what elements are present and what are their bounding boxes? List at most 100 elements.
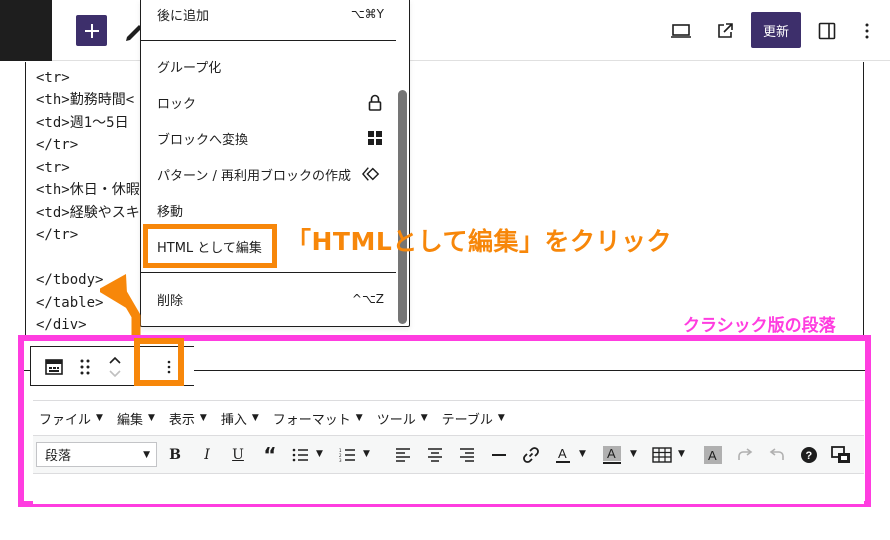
clear-formatting-icon[interactable]: A [701, 443, 725, 467]
help-icon[interactable]: ? [797, 443, 821, 467]
code-line: </tr> [36, 227, 79, 243]
svg-text:?: ? [806, 450, 813, 462]
external-link-icon [718, 23, 733, 38]
menu-item-label: 移動 [157, 204, 184, 220]
menubar-view[interactable]: 表示 ▼ [169, 409, 207, 428]
numbered-list-icon[interactable]: 123 [335, 443, 359, 467]
menu-item-lock[interactable]: ロック [141, 84, 396, 120]
menubar-label: ツール [376, 412, 416, 428]
menu-item-label: グループ化 [157, 60, 222, 76]
caret-down-icon: ▼ [96, 413, 103, 423]
menu-item-label: ブロックへ変換 [157, 132, 249, 148]
symbol-icon [362, 165, 380, 183]
more-vertical-icon [865, 23, 869, 39]
block-type-button[interactable] [42, 355, 66, 379]
drag-handle[interactable] [73, 355, 97, 379]
code-line: <th>勤務時間< [36, 92, 135, 108]
code-line: <td>週1〜5日 [36, 115, 129, 131]
toolbar-toggle-icon[interactable] [829, 443, 853, 467]
menubar-tools[interactable]: ツール ▼ [377, 409, 428, 428]
menubar-table[interactable]: テーブル ▼ [442, 409, 505, 428]
align-left-icon[interactable] [391, 443, 415, 467]
undo-icon[interactable] [765, 443, 789, 467]
menu-item-shortcut: ⌥⌘Y [350, 7, 384, 21]
caret-down-icon[interactable]: ▼ [316, 449, 323, 459]
background-color-icon[interactable]: A [600, 443, 624, 467]
code-line: <tr> [36, 70, 70, 86]
options-button-highlight [134, 338, 184, 386]
redo-icon[interactable] [733, 443, 757, 467]
preview-button[interactable] [669, 19, 693, 43]
align-right-icon[interactable] [455, 443, 479, 467]
menubar-label: 編集 [116, 412, 143, 428]
bullet-list-icon[interactable] [288, 443, 312, 467]
table-icon[interactable] [650, 443, 674, 467]
code-line: <tr> [36, 160, 70, 176]
menubar-file[interactable]: ファイル ▼ [39, 409, 103, 428]
caret-down-icon[interactable]: ▼ [678, 449, 685, 459]
caret-down-icon: ▼ [143, 449, 150, 460]
svg-text:A: A [607, 446, 616, 461]
classic-editor-body[interactable] [33, 474, 864, 504]
underline-icon[interactable]: U [226, 443, 250, 467]
editor-topbar: 更新 [0, 0, 890, 61]
menu-item-label: 削除 [157, 293, 184, 309]
format-select-value: 段落 [45, 449, 72, 464]
drag-icon [80, 359, 90, 375]
classic-menubar: ファイル ▼ 編集 ▼ 表示 ▼ 挿入 ▼ フォーマット ▼ ツール ▼ テーブル ▼ [33, 400, 864, 436]
view-post-button[interactable] [713, 19, 737, 43]
italic-icon[interactable]: I [195, 443, 219, 467]
code-line: </tr> [36, 137, 79, 153]
sidebar-icon [818, 22, 836, 40]
classic-block-label: クラシック版の段落 [683, 316, 836, 336]
align-center-icon[interactable] [423, 443, 447, 467]
caret-down-icon: ▼ [147, 413, 155, 423]
bold-icon[interactable]: B [163, 443, 187, 467]
menubar-label: 挿入 [220, 412, 247, 428]
options-button[interactable] [855, 19, 879, 43]
caret-down-icon: ▼ [497, 413, 505, 423]
block-inserter-button[interactable] [76, 15, 107, 46]
lock-icon [366, 93, 384, 111]
classic-block-icon [45, 359, 63, 375]
menu-item-insert-after[interactable]: 後に追加 ⌥⌘Y [141, 0, 396, 32]
caret-down-icon[interactable]: ▼ [579, 449, 586, 459]
settings-sidebar-button[interactable] [815, 19, 839, 43]
block-options-menu: 後に追加 ⌥⌘Y グループ化 ロック ブロックへ変換 パターン / 再利用ブロッ… [140, 0, 410, 327]
caret-down-icon[interactable]: ▼ [630, 449, 637, 459]
menubar-label: ファイル [39, 412, 92, 428]
menubar-edit[interactable]: 編集 ▼ [117, 409, 155, 428]
menu-divider [141, 40, 396, 41]
code-line: </table> [36, 295, 104, 311]
menu-item-group[interactable]: グループ化 [141, 48, 396, 84]
code-line: </div> [36, 317, 87, 333]
horizontal-line-icon[interactable] [487, 443, 511, 467]
link-icon[interactable] [519, 443, 543, 467]
svg-text:3: 3 [339, 458, 342, 462]
menu-item-create-pattern[interactable]: パターン / 再利用ブロックの作成 [141, 156, 396, 192]
caret-down-icon: ▼ [199, 413, 207, 423]
grid-icon [366, 129, 384, 147]
caret-down-icon: ▼ [420, 413, 428, 423]
menubar-label: テーブル [441, 412, 493, 428]
menu-item-convert-to-blocks[interactable]: ブロックへ変換 [141, 120, 396, 156]
laptop-icon [671, 24, 691, 38]
code-line: </tbody> [36, 272, 104, 288]
menu-item-remove[interactable]: 削除 ^⌥Z [141, 281, 396, 317]
text-color-icon[interactable]: A [551, 443, 575, 467]
caret-down-icon: ▼ [251, 413, 259, 423]
menubar-insert[interactable]: 挿入 ▼ [221, 409, 259, 428]
blockquote-icon[interactable]: “ [258, 443, 282, 467]
wordpress-logo[interactable] [0, 0, 52, 61]
move-up-down-button[interactable] [103, 355, 127, 379]
menu-scrollbar[interactable] [398, 90, 407, 324]
format-select[interactable]: 段落 ▼ [36, 442, 157, 467]
caret-down-icon[interactable]: ▼ [363, 449, 370, 459]
classic-format-toolbar: 段落 ▼ B I U “ ▼ 123 ▼ A ▼ A ▼ ▼ A ? [33, 436, 864, 474]
update-button[interactable]: 更新 [751, 12, 801, 48]
menu-item-label: パターン / 再利用ブロックの作成 [157, 168, 351, 184]
svg-text:A: A [708, 448, 717, 463]
menubar-format[interactable]: フォーマット ▼ [273, 409, 363, 428]
code-line: <th>休日・休暇 [36, 182, 140, 198]
plus-icon [84, 23, 99, 38]
